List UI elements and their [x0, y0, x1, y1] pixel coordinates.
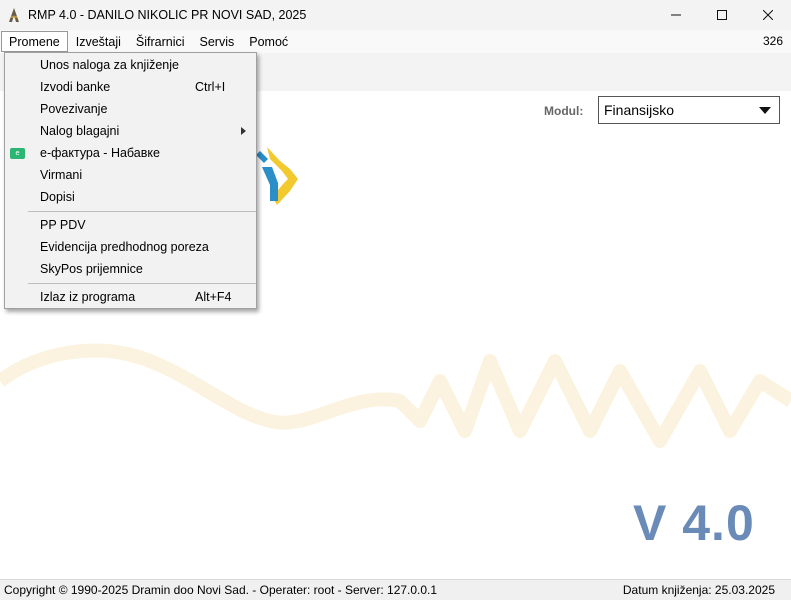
menu-item-label: Izlaz iz programa [40, 290, 136, 304]
menu-item-pp-pdv[interactable]: PP PDV [5, 214, 256, 236]
menu-item-label: Nalog blagajni [40, 124, 120, 138]
menu-item-label: Povezivanje [40, 102, 108, 116]
menu-izvestaji[interactable]: Izveštaji [69, 31, 128, 52]
status-bar: Copyright © 1990-2025 Dramin doo Novi Sa… [0, 579, 791, 600]
app-icon[interactable] [6, 7, 22, 23]
window-title: RMP 4.0 - DANILO NIKOLIC PR NOVI SAD, 20… [28, 8, 307, 22]
submenu-arrow-icon [241, 127, 246, 135]
menu-item-evidencija-poreza[interactable]: Evidencija predhodnog poreza [5, 236, 256, 258]
title-bar: RMP 4.0 - DANILO NIKOLIC PR NOVI SAD, 20… [0, 0, 791, 30]
menu-item-label: Izvodi banke [40, 80, 111, 94]
menu-item-label: PP PDV [40, 218, 86, 232]
record-count: 326 [762, 34, 783, 48]
menu-separator [28, 283, 256, 284]
promene-dropdown-menu: Unos naloga za knjiženje Izvodi banke Ct… [4, 52, 257, 309]
window-controls [653, 0, 791, 30]
minimize-button[interactable] [653, 0, 699, 30]
e-invoice-icon: e [10, 148, 25, 159]
version-label: V 4.0 [633, 495, 755, 551]
status-posting-date: Datum knjiženja: 25.03.2025 [622, 583, 775, 597]
menu-item-unos-naloga[interactable]: Unos naloga za knjiženje [5, 54, 256, 76]
close-icon [763, 10, 773, 20]
menu-item-label: SkyPos prijemnice [40, 262, 143, 276]
menu-item-shortcut: Alt+F4 [195, 290, 232, 304]
menu-servis[interactable]: Servis [193, 31, 242, 52]
menu-item-label: Evidencija predhodnog poreza [40, 240, 209, 254]
menu-bar: Promene Izveštaji Šifrarnici Servis Pomo… [0, 30, 791, 53]
background-wave-graphic [0, 343, 791, 448]
modul-select[interactable]: Finansijsko [598, 96, 780, 124]
modul-label: Modul: [544, 104, 584, 118]
menu-item-shortcut: Ctrl+I [195, 80, 226, 94]
modul-select-value: Finansijsko [604, 102, 675, 118]
dropdown-arrow-icon [759, 107, 771, 114]
menu-item-povezivanje[interactable]: Povezivanje [5, 98, 256, 120]
menu-item-izlaz[interactable]: Izlaz iz programa Alt+F4 [5, 286, 256, 308]
menu-item-label: Unos naloga za knjiženje [40, 58, 179, 72]
menu-separator [28, 211, 256, 212]
menu-item-label: Dopisi [40, 190, 75, 204]
status-copyright: Copyright © 1990-2025 Dramin doo Novi Sa… [4, 583, 438, 597]
menu-item-label: е-фактура - Набавке [40, 146, 160, 160]
menu-item-label: Virmani [40, 168, 83, 182]
minimize-icon [671, 14, 681, 16]
menu-item-izvodi-banke[interactable]: Izvodi banke Ctrl+I [5, 76, 256, 98]
maximize-button[interactable] [699, 0, 745, 30]
menu-item-dopisi[interactable]: Dopisi [5, 186, 256, 208]
menu-item-nalog-blagajni[interactable]: Nalog blagajni [5, 120, 256, 142]
maximize-icon [717, 10, 727, 20]
menu-promene[interactable]: Promene [1, 31, 68, 52]
menu-pomoc[interactable]: Pomoć [242, 31, 295, 52]
menu-sifrarnici[interactable]: Šifrarnici [129, 31, 192, 52]
close-button[interactable] [745, 0, 791, 30]
menu-item-virmani[interactable]: Virmani [5, 164, 256, 186]
menu-item-skypos-prijemnice[interactable]: SkyPos prijemnice [5, 258, 256, 280]
menu-item-e-faktura-nabavke[interactable]: e е-фактура - Набавке [5, 142, 256, 164]
